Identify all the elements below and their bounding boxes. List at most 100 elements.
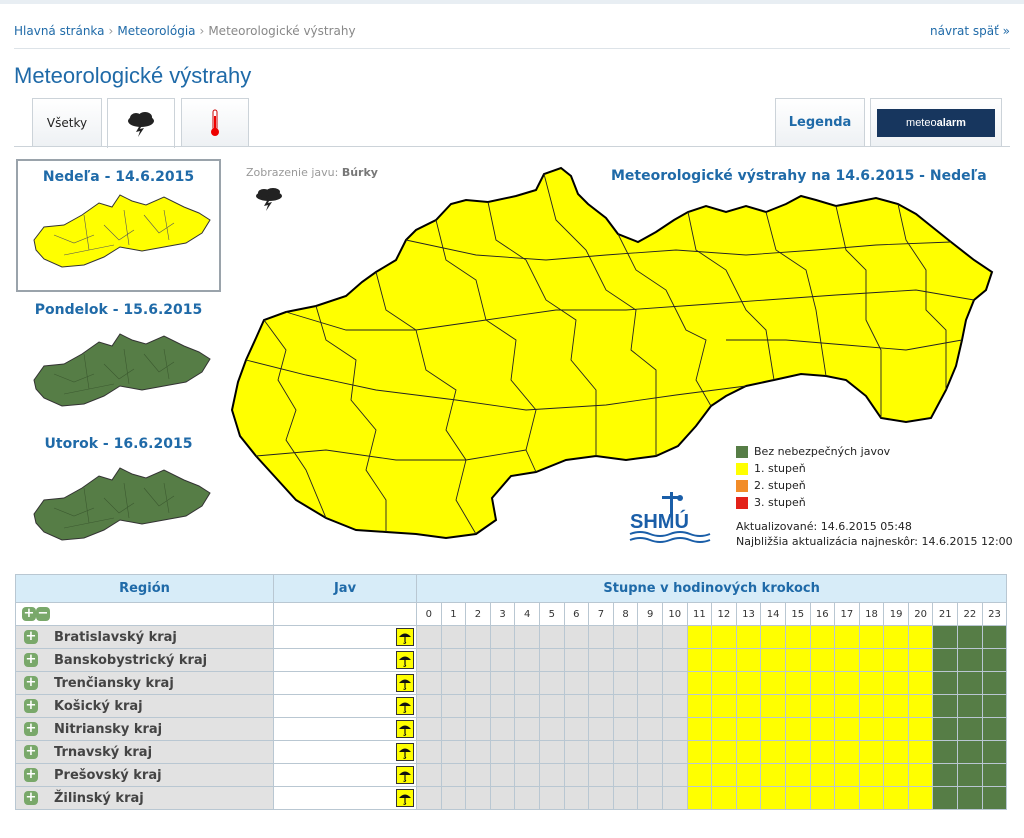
table-row: + Bratislavský kraj: [15, 625, 1008, 649]
hour-cell: [588, 648, 614, 672]
region-name: Košický kraj: [54, 698, 143, 714]
hour-cell: [538, 648, 565, 672]
phenomenon-cell: [273, 717, 417, 741]
tab-storms[interactable]: [107, 98, 175, 148]
hour-cell: [637, 671, 663, 695]
region-cell: + Bratislavský kraj: [15, 625, 274, 649]
hourly-warning-table: Región Jav Stupne v hodinových krokoch +…: [15, 574, 1008, 810]
hour-cell: [834, 648, 860, 672]
hour-cell: [981, 786, 1008, 810]
hour-cell: [735, 648, 762, 672]
day-selector-tuesday[interactable]: Utorok - 16.6.2015: [16, 428, 221, 552]
hour-cell: [735, 694, 762, 718]
hour-cell: [686, 786, 713, 810]
phenomenon-cell: [273, 625, 417, 649]
hour-cell: [957, 763, 983, 787]
hour-label: 7: [588, 602, 614, 626]
empty-cell: [273, 602, 417, 626]
hour-cell: [538, 625, 565, 649]
hour-cell: [907, 740, 934, 764]
hour-cell: [735, 671, 762, 695]
tab-meteoalarm[interactable]: meteo alarm: [870, 98, 1002, 146]
hour-cell: [661, 671, 688, 695]
hour-cell: [711, 671, 737, 695]
hour-label: 2: [465, 602, 491, 626]
legend-item: Bez nebezpečných javov: [736, 443, 890, 460]
hour-cell: [661, 625, 688, 649]
hour-cell: [883, 671, 909, 695]
hour-label: 11: [686, 602, 713, 626]
hour-cell: [932, 694, 959, 718]
table-header-row: Región Jav Stupne v hodinových krokoch: [15, 574, 1008, 603]
expand-row-icon[interactable]: +: [24, 676, 38, 690]
expand-row-icon[interactable]: +: [24, 653, 38, 667]
hour-cell: [637, 763, 663, 787]
hour-cell: [834, 786, 860, 810]
hour-cell: [489, 671, 516, 695]
expand-row-icon[interactable]: +: [24, 745, 38, 759]
breadcrumb: Hlavná stránka › Meteorológia › Meteorologic…: [14, 24, 356, 38]
hour-cell: [932, 763, 959, 787]
region-cell: + Trenčiansky kraj: [15, 671, 274, 695]
hour-cell: [416, 717, 442, 741]
tab-all[interactable]: Všetky: [32, 98, 102, 146]
hour-label: 12: [711, 602, 737, 626]
hour-cell: [834, 625, 860, 649]
hour-cell: [612, 671, 639, 695]
phenomenon-cell: [273, 763, 417, 787]
shmu-logo-graphic: SHMÚ: [629, 492, 711, 543]
back-link[interactable]: návrat späť »: [930, 24, 1010, 38]
hour-cell: [981, 717, 1008, 741]
table-row: + Banskobystrický kraj: [15, 648, 1008, 672]
hour-cell: [465, 671, 491, 695]
hour-cell: [907, 625, 934, 649]
hour-cell: [686, 740, 713, 764]
tab-legend-label: Legenda: [788, 115, 852, 130]
hour-cell: [784, 648, 811, 672]
breadcrumb-separator: ›: [199, 24, 205, 38]
hour-cell: [612, 625, 639, 649]
day-selector-sunday[interactable]: Nedeľa - 14.6.2015: [16, 159, 221, 292]
page-title: Meteorologické výstrahy: [14, 63, 252, 88]
collapse-all-icon[interactable]: −: [36, 607, 50, 621]
hour-cell: [981, 625, 1008, 649]
expand-row-icon[interactable]: +: [24, 791, 38, 805]
hour-cell: [661, 694, 688, 718]
hour-cell: [538, 694, 565, 718]
hour-cell: [538, 717, 565, 741]
mini-map-tuesday: [32, 467, 211, 541]
hour-cell: [563, 694, 590, 718]
hour-cell: [465, 786, 491, 810]
hour-cell: [883, 763, 909, 787]
legend-item: 3. stupeň: [736, 494, 890, 511]
legend-swatch-yellow: [736, 462, 748, 475]
hour-cell: [612, 648, 639, 672]
expand-row-icon[interactable]: +: [24, 722, 38, 736]
day-selector-monday[interactable]: Pondelok - 15.6.2015: [16, 294, 221, 418]
tab-temperature[interactable]: [181, 98, 249, 146]
expand-all-icon[interactable]: +: [22, 607, 36, 621]
expand-row-icon[interactable]: +: [24, 699, 38, 713]
hour-cell: [612, 740, 639, 764]
breadcrumb-home-link[interactable]: Hlavná stránka: [14, 24, 105, 38]
hour-cell: [760, 648, 786, 672]
hour-cell: [809, 625, 836, 649]
tab-legend[interactable]: Legenda: [775, 98, 865, 146]
expand-row-icon[interactable]: +: [24, 768, 38, 782]
hour-cell: [883, 740, 909, 764]
hour-cell: [957, 717, 983, 741]
hour-cell: [637, 625, 663, 649]
expand-row-icon[interactable]: +: [24, 630, 38, 644]
hour-label: 0: [416, 602, 442, 626]
hour-cell: [809, 671, 836, 695]
hour-cell: [735, 717, 762, 741]
hour-cell: [957, 786, 983, 810]
map-legend: Bez nebezpečných javov 1. stupeň 2. stup…: [736, 443, 890, 511]
hour-label: 10: [661, 602, 688, 626]
shmu-logo-text: SHMÚ: [630, 509, 689, 533]
hour-cell: [686, 717, 713, 741]
mini-map-sunday: [32, 194, 211, 268]
breadcrumb-meteorology-link[interactable]: Meteorológia: [117, 24, 195, 38]
hour-cell: [858, 625, 885, 649]
hour-cell: [981, 694, 1008, 718]
